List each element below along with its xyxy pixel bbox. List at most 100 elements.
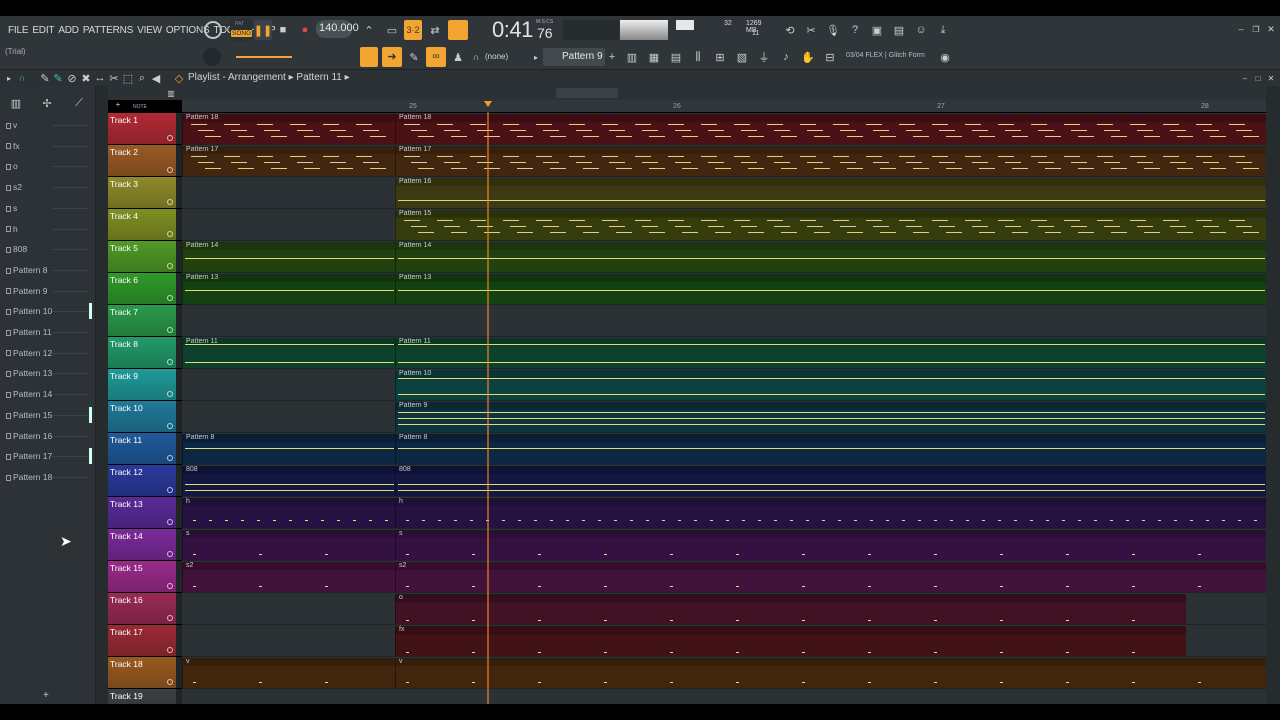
pattern-clip[interactable]: s2 (182, 562, 395, 592)
tempo-display[interactable]: 140.000 (316, 20, 359, 38)
picker-item[interactable]: Pattern 17 (0, 446, 92, 466)
timeline-ruler[interactable] (182, 100, 1266, 112)
speaker-tool-icon[interactable]: ◀ (151, 72, 161, 85)
touch-icon[interactable]: ✋ (799, 48, 817, 66)
track-enable-dot[interactable] (167, 647, 173, 653)
pattern-clip[interactable]: s (395, 530, 1266, 560)
metronome-icon[interactable]: ⌃ (360, 20, 378, 40)
arrow-button[interactable]: ➜ (382, 47, 402, 67)
track-header[interactable]: Track 18 (108, 657, 176, 688)
track-header[interactable]: Track 17 (108, 625, 176, 656)
pattern-clip[interactable]: Pattern 15 (395, 210, 1266, 240)
picker-item[interactable]: h (0, 219, 92, 239)
picker-item[interactable]: Pattern 13 (0, 363, 92, 383)
pattern-clip[interactable]: Pattern 14 (182, 242, 395, 272)
track-enable-dot[interactable] (167, 551, 173, 557)
menu-patterns[interactable]: PATTERNS (81, 25, 135, 36)
track-enable-dot[interactable] (167, 199, 173, 205)
link-button[interactable]: ∞ (426, 47, 446, 67)
track-lane[interactable]: hh (182, 497, 1266, 529)
add-pattern-icon[interactable]: + (607, 50, 617, 64)
window-maximize-icon[interactable]: □ (1253, 72, 1263, 84)
typing-keyboard-button[interactable] (360, 47, 378, 67)
arrangement-icon[interactable]: ◇ (174, 72, 184, 85)
draw-tool-icon[interactable]: ✎ (40, 72, 50, 85)
pattern-clip[interactable]: v (182, 658, 395, 688)
wait-icon[interactable]: ▭ (382, 20, 402, 40)
slip-tool-icon[interactable]: ↔ (95, 72, 106, 84)
pat-song-toggle[interactable]: PAT SONG (230, 19, 253, 41)
pattern-clip[interactable]: h (182, 498, 395, 528)
picker-item[interactable]: fx (0, 136, 92, 156)
track-header[interactable]: Track 9 (108, 369, 176, 400)
time-display[interactable]: 0:41 M:S:CS 76 (492, 16, 562, 44)
plugin-db-icon[interactable]: ▧ (733, 48, 751, 66)
track-header[interactable]: Track 16 (108, 593, 176, 624)
pattern-clip[interactable]: 808 (182, 466, 395, 496)
chat-icon[interactable]: ☺ (913, 20, 929, 40)
mute-tool-icon[interactable]: ✖ (81, 72, 91, 85)
track-header[interactable]: Track 5 (108, 241, 176, 272)
picker-item[interactable]: Pattern 11 (0, 322, 92, 342)
track-header[interactable]: Track 2 (108, 145, 176, 176)
track-lane[interactable]: Pattern 17 Pattern 17 (182, 145, 1266, 177)
menu-add[interactable]: ADD (56, 25, 81, 36)
track-enable-dot[interactable] (167, 679, 173, 685)
magnet-small-icon[interactable]: ∩ (17, 72, 27, 84)
mic-icon[interactable]: 🎙 (825, 20, 841, 40)
picker-item[interactable]: Pattern 12 (0, 343, 92, 363)
track-enable-dot[interactable] (167, 135, 173, 141)
track-header[interactable]: Track 1 (108, 113, 176, 144)
track-enable-dot[interactable] (167, 455, 173, 461)
picker-item[interactable]: Pattern 10 (0, 301, 92, 321)
track-lane[interactable]: vv (182, 657, 1266, 689)
plug-icon[interactable]: ⏚ (755, 48, 773, 66)
add-track-icon[interactable]: + (114, 99, 122, 109)
picker-item[interactable]: 808 (0, 239, 92, 259)
countdown-button[interactable]: 3·2 (404, 20, 422, 40)
select-tool-icon[interactable]: ⬚ (123, 72, 133, 85)
track-lane[interactable]: Pattern 11 Pattern 11 (182, 337, 1266, 369)
track-enable-dot[interactable] (167, 583, 173, 589)
track-lane[interactable]: Pattern 10 (182, 369, 1266, 401)
mixer-icon[interactable]: ✂ (803, 20, 819, 40)
picker-item[interactable]: Pattern 16 (0, 426, 92, 446)
menu-edit[interactable]: EDIT (30, 25, 56, 36)
picker-item[interactable]: Pattern 9 (0, 281, 92, 301)
window-close-icon[interactable]: ✕ (1266, 72, 1276, 84)
track-enable-dot[interactable] (167, 423, 173, 429)
track-lane[interactable]: Pattern 16 (182, 177, 1266, 209)
help-icon[interactable]: ? (847, 20, 863, 40)
save-icon[interactable]: ▣ (869, 20, 885, 40)
pattern-clip[interactable]: Pattern 14 (395, 242, 1266, 272)
pattern-clip[interactable]: Pattern 17 (182, 146, 395, 176)
snap-value[interactable]: (none) (485, 52, 508, 61)
pattern-clip[interactable]: Pattern 18 (395, 114, 1266, 144)
magnet-icon[interactable]: ∩ (471, 47, 481, 67)
brush-icon[interactable]: ✎ (405, 47, 423, 67)
picker-item[interactable]: s2 (0, 177, 92, 197)
track-lane[interactable]: Pattern 8 Pattern 8 (182, 433, 1266, 465)
track-header[interactable]: Track 7 (108, 305, 176, 336)
pattern-clip[interactable]: Pattern 16 (395, 178, 1266, 208)
pattern-clip[interactable]: v (395, 658, 1266, 688)
track-header[interactable]: Track 8 (108, 337, 176, 368)
minimize-icon[interactable]: – (1236, 22, 1246, 36)
picker-item[interactable]: Pattern 14 (0, 384, 92, 404)
track-lane[interactable]: 808 808 (182, 465, 1266, 497)
track-enable-dot[interactable] (167, 295, 173, 301)
slice-tool-icon[interactable]: ✂ (109, 72, 119, 85)
track-enable-dot[interactable] (167, 359, 173, 365)
track-lane[interactable]: Pattern 14 Pattern 14 (182, 241, 1266, 273)
track-header[interactable]: Track 15 (108, 561, 176, 592)
track-lane[interactable]: fx (182, 625, 1266, 657)
track-lane[interactable]: Pattern 9 (182, 401, 1266, 433)
horizontal-scrollbar[interactable] (556, 88, 618, 98)
play-arrow-icon[interactable]: ▸ (5, 72, 13, 84)
record-button[interactable]: ● (298, 20, 312, 40)
browser-icon[interactable]: ⊞ (711, 48, 729, 66)
pattern-clip[interactable]: Pattern 13 (395, 274, 1266, 304)
track-lane[interactable]: s2 s2 (182, 561, 1266, 593)
stamp-icon[interactable]: ♟ (449, 47, 467, 67)
pattern-clip[interactable]: h (395, 498, 1266, 528)
